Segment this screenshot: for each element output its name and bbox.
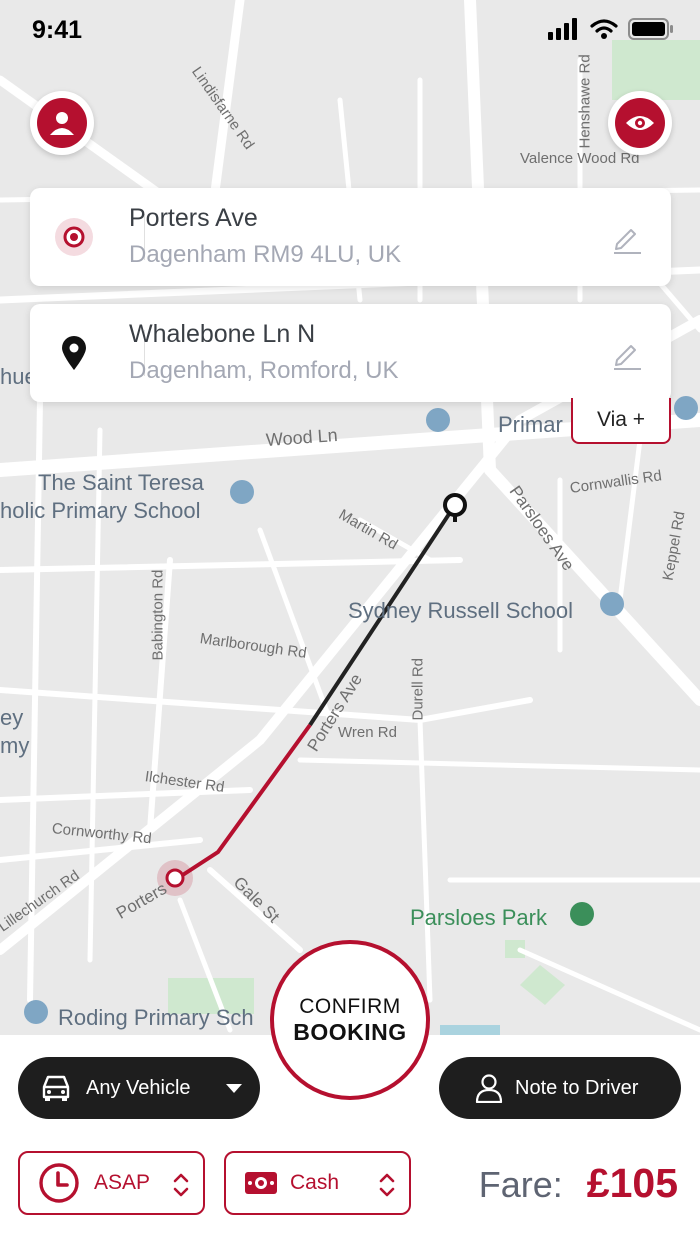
map-label: my (0, 733, 30, 758)
map-label: Valence Wood Rd (520, 150, 640, 167)
map-label: holic Primary School (0, 498, 201, 523)
confirm-line2: BOOKING (293, 1018, 407, 1045)
wifi-icon (590, 19, 618, 39)
dropoff-subtitle: Dagenham, Romford, UK (129, 357, 399, 384)
payment-select[interactable]: Cash (224, 1151, 411, 1215)
fare-amount: £105 (586, 1160, 678, 1206)
map-label: Parsloes Park (410, 905, 547, 930)
note-to-driver-button[interactable]: Note to Driver (439, 1057, 681, 1119)
updown-chevron-icon (379, 1173, 395, 1197)
cash-icon (245, 1172, 277, 1194)
dropoff-card[interactable]: Whalebone Ln N Dagenham, Romford, UK (30, 304, 671, 402)
fare-label: Fare: (478, 1164, 563, 1205)
confirm-booking-button[interactable]: CONFIRM BOOKING (270, 940, 430, 1100)
battery-icon (628, 18, 673, 40)
map-view[interactable]: Lindisfarne Rd Henshawe Rd Valence Wood … (0, 0, 700, 1035)
payment-label: Cash (290, 1171, 340, 1194)
via-button[interactable]: Via + (571, 398, 671, 444)
profile-button[interactable] (30, 91, 94, 155)
edit-icon[interactable] (611, 338, 643, 370)
status-time: 9:41 (32, 16, 83, 44)
person-icon (475, 1074, 503, 1103)
dropoff-title: Whalebone Ln N (129, 320, 316, 348)
fare-display: Fare: £105 (479, 1160, 678, 1207)
edit-icon[interactable] (611, 222, 643, 254)
map-label: Wren Rd (338, 724, 397, 741)
map-label: Babington Rd (149, 569, 167, 661)
eye-icon (626, 116, 654, 130)
pickup-card[interactable]: Porters Ave Dagenham RM9 4LU, UK (30, 188, 671, 286)
updown-chevron-icon (173, 1173, 189, 1197)
view-toggle-button[interactable] (608, 91, 672, 155)
car-icon (42, 1075, 70, 1101)
map-label: Primar (498, 412, 563, 437)
pickup-subtitle: Dagenham RM9 4LU, UK (129, 241, 402, 268)
map-label: Roding Primary Sch (58, 1005, 254, 1030)
target-pin-icon (55, 218, 93, 256)
map-label: The Saint Teresa (38, 470, 204, 495)
location-pin-icon (62, 336, 86, 370)
status-bar: 9:41 (0, 0, 700, 64)
vehicle-label: Any Vehicle (86, 1076, 191, 1099)
pickup-title: Porters Ave (129, 204, 258, 232)
confirm-line1: CONFIRM (299, 994, 401, 1018)
map-label: ey (0, 705, 24, 730)
map-label: Durell Rd (409, 657, 427, 721)
time-select[interactable]: ASAP (18, 1151, 205, 1215)
signal-icon (548, 18, 577, 40)
time-label: ASAP (94, 1171, 151, 1194)
profile-icon (50, 112, 74, 135)
map-label: Henshawe Rd (576, 54, 594, 149)
chevron-down-icon (226, 1084, 242, 1093)
map-label: Sydney Russell School (348, 598, 574, 623)
vehicle-select[interactable]: Any Vehicle (18, 1057, 260, 1119)
clock-icon (39, 1163, 79, 1203)
note-label: Note to Driver (515, 1076, 639, 1099)
